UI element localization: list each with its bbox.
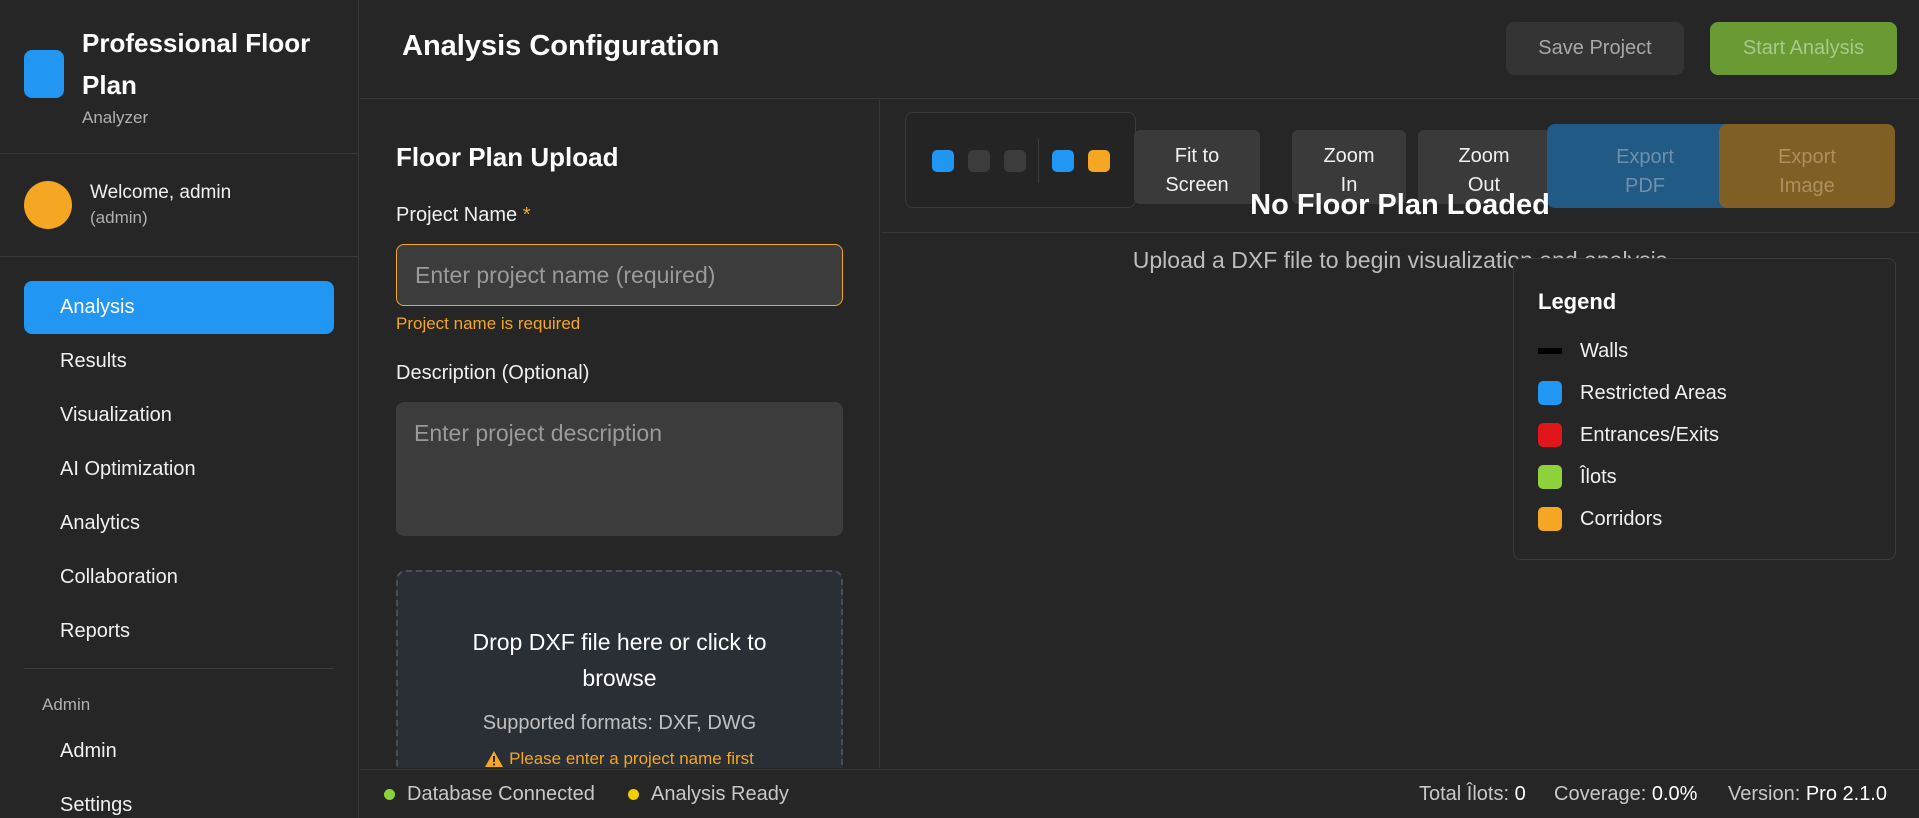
tool-select-icon[interactable] — [932, 150, 954, 172]
description-label: Description (Optional) — [396, 362, 590, 384]
total-ilots-value: 0 — [1514, 783, 1526, 805]
ilots-swatch — [1538, 465, 1562, 489]
nav-item-collaboration[interactable]: Collaboration — [24, 551, 334, 604]
project-name-label: Project Name * — [396, 204, 531, 226]
supported-formats: Supported formats: DXF, DWG — [482, 712, 757, 734]
app-subtitle: Analyzer — [82, 108, 149, 127]
dropzone-warning: Please enter a project name first — [398, 749, 841, 768]
nav-item-reports[interactable]: Reports — [24, 605, 334, 658]
floor-plan-viewer: Fit to Screen Zoom In Zoom Out Export PDF Ex… — [881, 100, 1919, 768]
restricted-areas-swatch — [1538, 381, 1562, 405]
nav-item-analysis[interactable]: Analysis — [24, 281, 334, 334]
legend-item-entrances-exits: Entrances/Exits — [1538, 421, 1719, 449]
nav-item-ai-optimization[interactable]: AI Optimization — [24, 443, 334, 496]
nav-item-analytics[interactable]: Analytics — [24, 497, 334, 550]
legend-item-corridors: Corridors — [1538, 505, 1662, 533]
db-status-dot — [384, 789, 395, 800]
legend-item-ilots: Îlots — [1538, 463, 1617, 491]
nav-item-results[interactable]: Results — [24, 335, 334, 388]
coverage-stat: Coverage: 0.0% — [1554, 783, 1698, 805]
dropzone-text: Drop DXF file here or click to browse — [472, 629, 767, 691]
corridors-swatch — [1538, 507, 1562, 531]
legend-panel: Legend Walls Restricted Areas Entrances/… — [1513, 258, 1896, 560]
toolbar-divider — [881, 232, 1919, 233]
analysis-status: Analysis Ready — [628, 783, 789, 806]
start-analysis-button[interactable]: Start Analysis — [1710, 22, 1897, 75]
coverage-value: 0.0% — [1651, 783, 1698, 805]
app-title: Professional Floor Plan — [82, 28, 311, 100]
legend-title: Legend — [1538, 289, 1617, 314]
status-bar: Database Connected Analysis Ready Total … — [360, 769, 1919, 818]
nav-item-visualization[interactable]: Visualization — [24, 389, 334, 442]
required-mark: * — [522, 204, 531, 226]
warning-icon — [485, 751, 504, 767]
tool-separator — [1038, 139, 1039, 183]
project-name-input[interactable] — [396, 244, 843, 306]
legend-item-restricted-areas: Restricted Areas — [1538, 379, 1727, 407]
project-name-error: Project name is required — [396, 314, 581, 333]
nav-divider — [24, 668, 334, 669]
description-field[interactable] — [396, 402, 843, 536]
nav-item-admin[interactable]: Admin — [24, 725, 334, 778]
version-value: Pro 2.1.0 — [1805, 783, 1887, 805]
analysis-status-dot — [628, 789, 639, 800]
nav-section-admin: Admin — [42, 695, 91, 714]
user-panel: Welcome, admin (admin) — [0, 154, 358, 257]
total-ilots-stat: Total Îlots: 0 — [1419, 783, 1526, 805]
save-project-button[interactable]: Save Project — [1506, 22, 1684, 75]
walls-swatch — [1538, 348, 1562, 354]
layer-corridors-icon[interactable] — [1088, 150, 1110, 172]
file-dropzone[interactable]: Drop DXF file here or click to browse Su… — [396, 570, 843, 768]
tool-pan-icon[interactable] — [968, 150, 990, 172]
avatar[interactable] — [24, 181, 72, 229]
brand-header: Professional Floor Plan Analyzer — [0, 0, 358, 154]
user-role: (admin) — [90, 208, 148, 227]
page-header: Analysis Configuration Save Project Star… — [360, 0, 1919, 99]
db-status: Database Connected — [384, 783, 595, 806]
app-window: Professional Floor Plan Analyzer Welcome… — [0, 0, 1919, 818]
layer-restricted-icon[interactable] — [1052, 150, 1074, 172]
main-nav: Analysis Results Visualization AI Optimi… — [0, 257, 358, 818]
version-stat: Version: Pro 2.1.0 — [1728, 783, 1887, 805]
sidebar: Professional Floor Plan Analyzer Welcome… — [0, 0, 359, 818]
entrances-exits-swatch — [1538, 423, 1562, 447]
page-title: Analysis Configuration — [402, 30, 720, 62]
empty-state-title: No Floor Plan Loaded — [1250, 189, 1550, 221]
nav-item-settings[interactable]: Settings — [24, 779, 334, 818]
tool-measure-icon[interactable] — [1004, 150, 1026, 172]
config-panel: Floor Plan Upload Project Name * Project… — [360, 100, 880, 768]
welcome-text: Welcome, admin — [90, 182, 232, 203]
app-logo-icon — [24, 50, 64, 98]
legend-item-walls: Walls — [1538, 337, 1628, 365]
upload-section-title: Floor Plan Upload — [396, 142, 619, 172]
